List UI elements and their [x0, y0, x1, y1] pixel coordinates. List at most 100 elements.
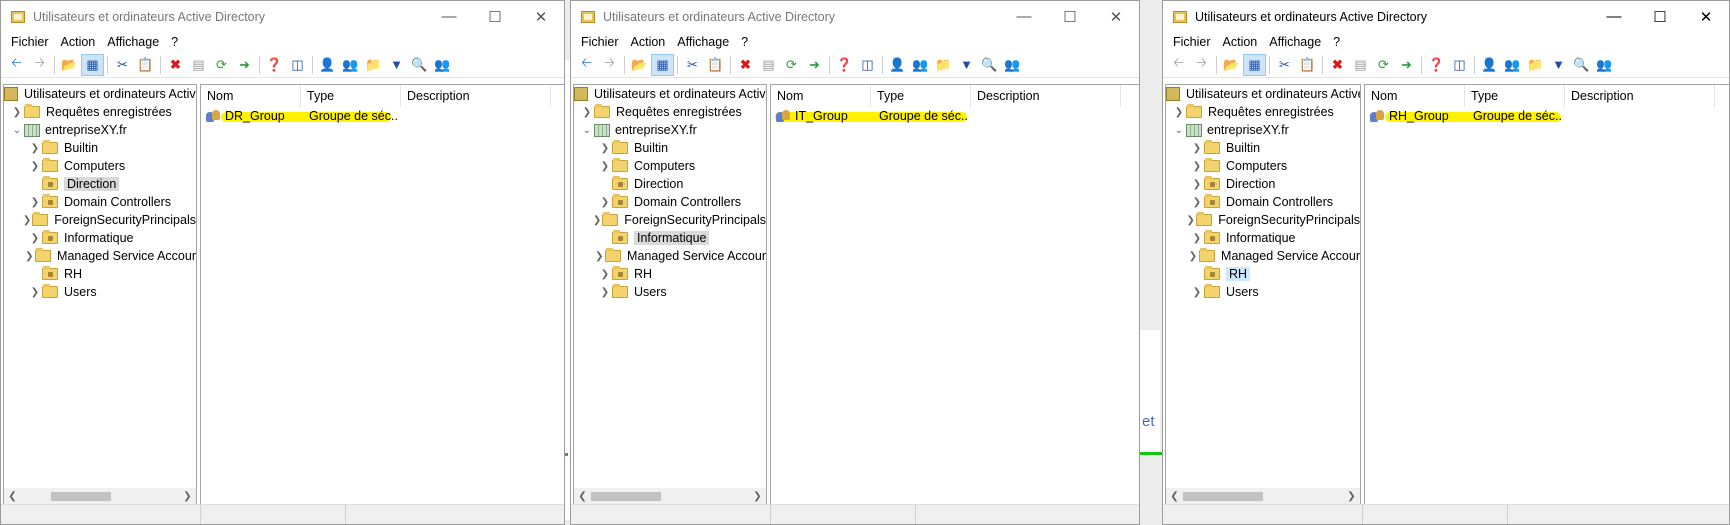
find-icon[interactable]: 🔍	[408, 54, 431, 76]
tree-item-rh[interactable]: RH	[4, 265, 196, 283]
properties-icon[interactable]: ▤	[1349, 54, 1372, 76]
chevron-right-icon[interactable]: ❯	[1190, 179, 1204, 190]
menu-affichage[interactable]: Affichage	[671, 35, 735, 49]
horizontal-scrollbar[interactable]: ❮ ❯	[1166, 488, 1360, 505]
tree-item-domain-controllers[interactable]: ❯ Domain Controllers	[4, 193, 196, 211]
scroll-thumb[interactable]	[1183, 492, 1263, 501]
chevron-right-icon[interactable]: ❯	[28, 287, 42, 298]
find-icon[interactable]: 🔍	[1570, 54, 1593, 76]
tree-item-informatique[interactable]: Informatique	[574, 229, 766, 247]
tree-item-managed-service[interactable]: ❯ Managed Service Accour	[4, 247, 196, 265]
menu-action[interactable]: Action	[625, 35, 672, 49]
scroll-thumb[interactable]	[591, 492, 661, 501]
tree-root[interactable]: Utilisateurs et ordinateurs Active	[574, 85, 766, 103]
column-type[interactable]: Type	[1465, 85, 1565, 107]
menu-help[interactable]: ?	[735, 35, 754, 49]
list-item[interactable]: DR_Group Groupe de séc...	[201, 107, 564, 125]
up-folder-icon[interactable]: 📂	[58, 54, 81, 76]
chevron-right-icon[interactable]: ❯	[598, 161, 612, 172]
tree-item-saved-queries[interactable]: ❯ Requêtes enregistrées	[4, 103, 196, 121]
tree-item-saved-queries[interactable]: ❯ Requêtes enregistrées	[1166, 103, 1360, 121]
copy-icon[interactable]: 📋	[134, 54, 157, 76]
chevron-down-icon[interactable]: ⌄	[10, 125, 24, 136]
tree-item-domain-controllers[interactable]: ❯ Domain Controllers	[574, 193, 766, 211]
back-arrow-icon[interactable]: 🡠	[1167, 54, 1190, 76]
cut-icon[interactable]: ✂	[1273, 54, 1296, 76]
tree-item-computers[interactable]: ❯ Computers	[574, 157, 766, 175]
column-description[interactable]: Description	[971, 85, 1121, 107]
scroll-right-icon[interactable]: ❯	[179, 491, 196, 502]
find-icon[interactable]: 🔍	[978, 54, 1001, 76]
column-description[interactable]: Description	[401, 85, 551, 107]
minimize-button[interactable]: —	[1001, 1, 1047, 32]
forward-arrow-icon[interactable]: 🡢	[598, 54, 621, 76]
up-folder-icon[interactable]: 📂	[628, 54, 651, 76]
title-bar[interactable]: Utilisateurs et ordinateurs Active Direc…	[571, 1, 1139, 32]
tree-item-managed-service[interactable]: ❯ Managed Service Accour	[574, 247, 766, 265]
tree-item-informatique[interactable]: ❯ Informatique	[4, 229, 196, 247]
chevron-right-icon[interactable]: ❯	[28, 143, 42, 154]
scroll-left-icon[interactable]: ❮	[4, 491, 21, 502]
show-tree-icon[interactable]: ▦	[651, 53, 674, 76]
export-list-icon[interactable]: ➜	[803, 54, 826, 76]
tree-item-saved-queries[interactable]: ❯ Requêtes enregistrées	[574, 103, 766, 121]
tree-item-builtin[interactable]: ❯ Builtin	[4, 139, 196, 157]
chevron-right-icon[interactable]: ❯	[1185, 215, 1196, 226]
show-pane-icon[interactable]: ◫	[856, 54, 879, 76]
tree-root[interactable]: Utilisateurs et ordinateurs Active	[4, 85, 196, 103]
column-nom[interactable]: Nom	[1365, 85, 1465, 107]
chevron-right-icon[interactable]: ❯	[598, 143, 612, 154]
list-pane[interactable]: Nom Type Description IT_Group Groupe de …	[770, 84, 1139, 508]
new-user-icon[interactable]: 👤	[316, 54, 339, 76]
horizontal-scrollbar[interactable]: ❮ ❯	[4, 488, 196, 505]
new-group-icon[interactable]: 👥	[1501, 54, 1524, 76]
tree-item-users[interactable]: ❯ Users	[1166, 283, 1360, 301]
menu-action[interactable]: Action	[55, 35, 102, 49]
menu-fichier[interactable]: Fichier	[5, 35, 55, 49]
column-type[interactable]: Type	[301, 85, 401, 107]
scroll-left-icon[interactable]: ❮	[1166, 491, 1183, 502]
tree-item-computers[interactable]: ❯ Computers	[1166, 157, 1360, 175]
chevron-right-icon[interactable]: ❯	[580, 107, 594, 118]
tree-item-builtin[interactable]: ❯ Builtin	[574, 139, 766, 157]
tree-item-domain-controllers[interactable]: ❯ Domain Controllers	[1166, 193, 1360, 211]
export-list-icon[interactable]: ➜	[1395, 54, 1418, 76]
chevron-right-icon[interactable]: ❯	[598, 197, 612, 208]
close-button[interactable]: ✕	[1683, 1, 1729, 32]
help-icon[interactable]: ❓	[833, 54, 856, 76]
menu-affichage[interactable]: Affichage	[101, 35, 165, 49]
up-folder-icon[interactable]: 📂	[1220, 54, 1243, 76]
title-bar[interactable]: Utilisateurs et ordinateurs Active Direc…	[1163, 1, 1729, 32]
maximize-button[interactable]: ☐	[1637, 1, 1683, 32]
properties-icon[interactable]: ▤	[187, 54, 210, 76]
scroll-thumb[interactable]	[51, 492, 111, 501]
chevron-right-icon[interactable]: ❯	[28, 233, 42, 244]
column-nom[interactable]: Nom	[771, 85, 871, 107]
scroll-left-icon[interactable]: ❮	[574, 491, 591, 502]
scroll-right-icon[interactable]: ❯	[749, 491, 766, 502]
chevron-down-icon[interactable]: ⌄	[580, 125, 594, 136]
close-button[interactable]: ✕	[518, 1, 564, 32]
chevron-right-icon[interactable]: ❯	[598, 269, 612, 280]
tree-item-builtin[interactable]: ❯ Builtin	[1166, 139, 1360, 157]
tree-pane[interactable]: Utilisateurs et ordinateurs Active ❯ Requ…	[573, 84, 767, 506]
copy-icon[interactable]: 📋	[704, 54, 727, 76]
column-description[interactable]: Description	[1565, 85, 1715, 107]
tree-item-computers[interactable]: ❯ Computers	[4, 157, 196, 175]
chevron-right-icon[interactable]: ❯	[1190, 197, 1204, 208]
menu-affichage[interactable]: Affichage	[1263, 35, 1327, 49]
close-button[interactable]: ✕	[1093, 1, 1139, 32]
help-icon[interactable]: ❓	[263, 54, 286, 76]
scroll-right-icon[interactable]: ❯	[1343, 491, 1360, 502]
minimize-button[interactable]: —	[1591, 1, 1637, 32]
cut-icon[interactable]: ✂	[681, 54, 704, 76]
tree-item-users[interactable]: ❯ Users	[574, 283, 766, 301]
delete-icon[interactable]: ✖	[164, 54, 187, 76]
filter-icon[interactable]: ▼	[1547, 54, 1570, 76]
chevron-right-icon[interactable]: ❯	[1190, 287, 1204, 298]
list-pane[interactable]: Nom Type Description RH_Group Groupe de …	[1364, 84, 1729, 508]
chevron-right-icon[interactable]: ❯	[28, 161, 42, 172]
refresh-icon[interactable]: ⟳	[210, 54, 233, 76]
menu-fichier[interactable]: Fichier	[1167, 35, 1217, 49]
tree-item-domain[interactable]: ⌄ entrepriseXY.fr	[1166, 121, 1360, 139]
